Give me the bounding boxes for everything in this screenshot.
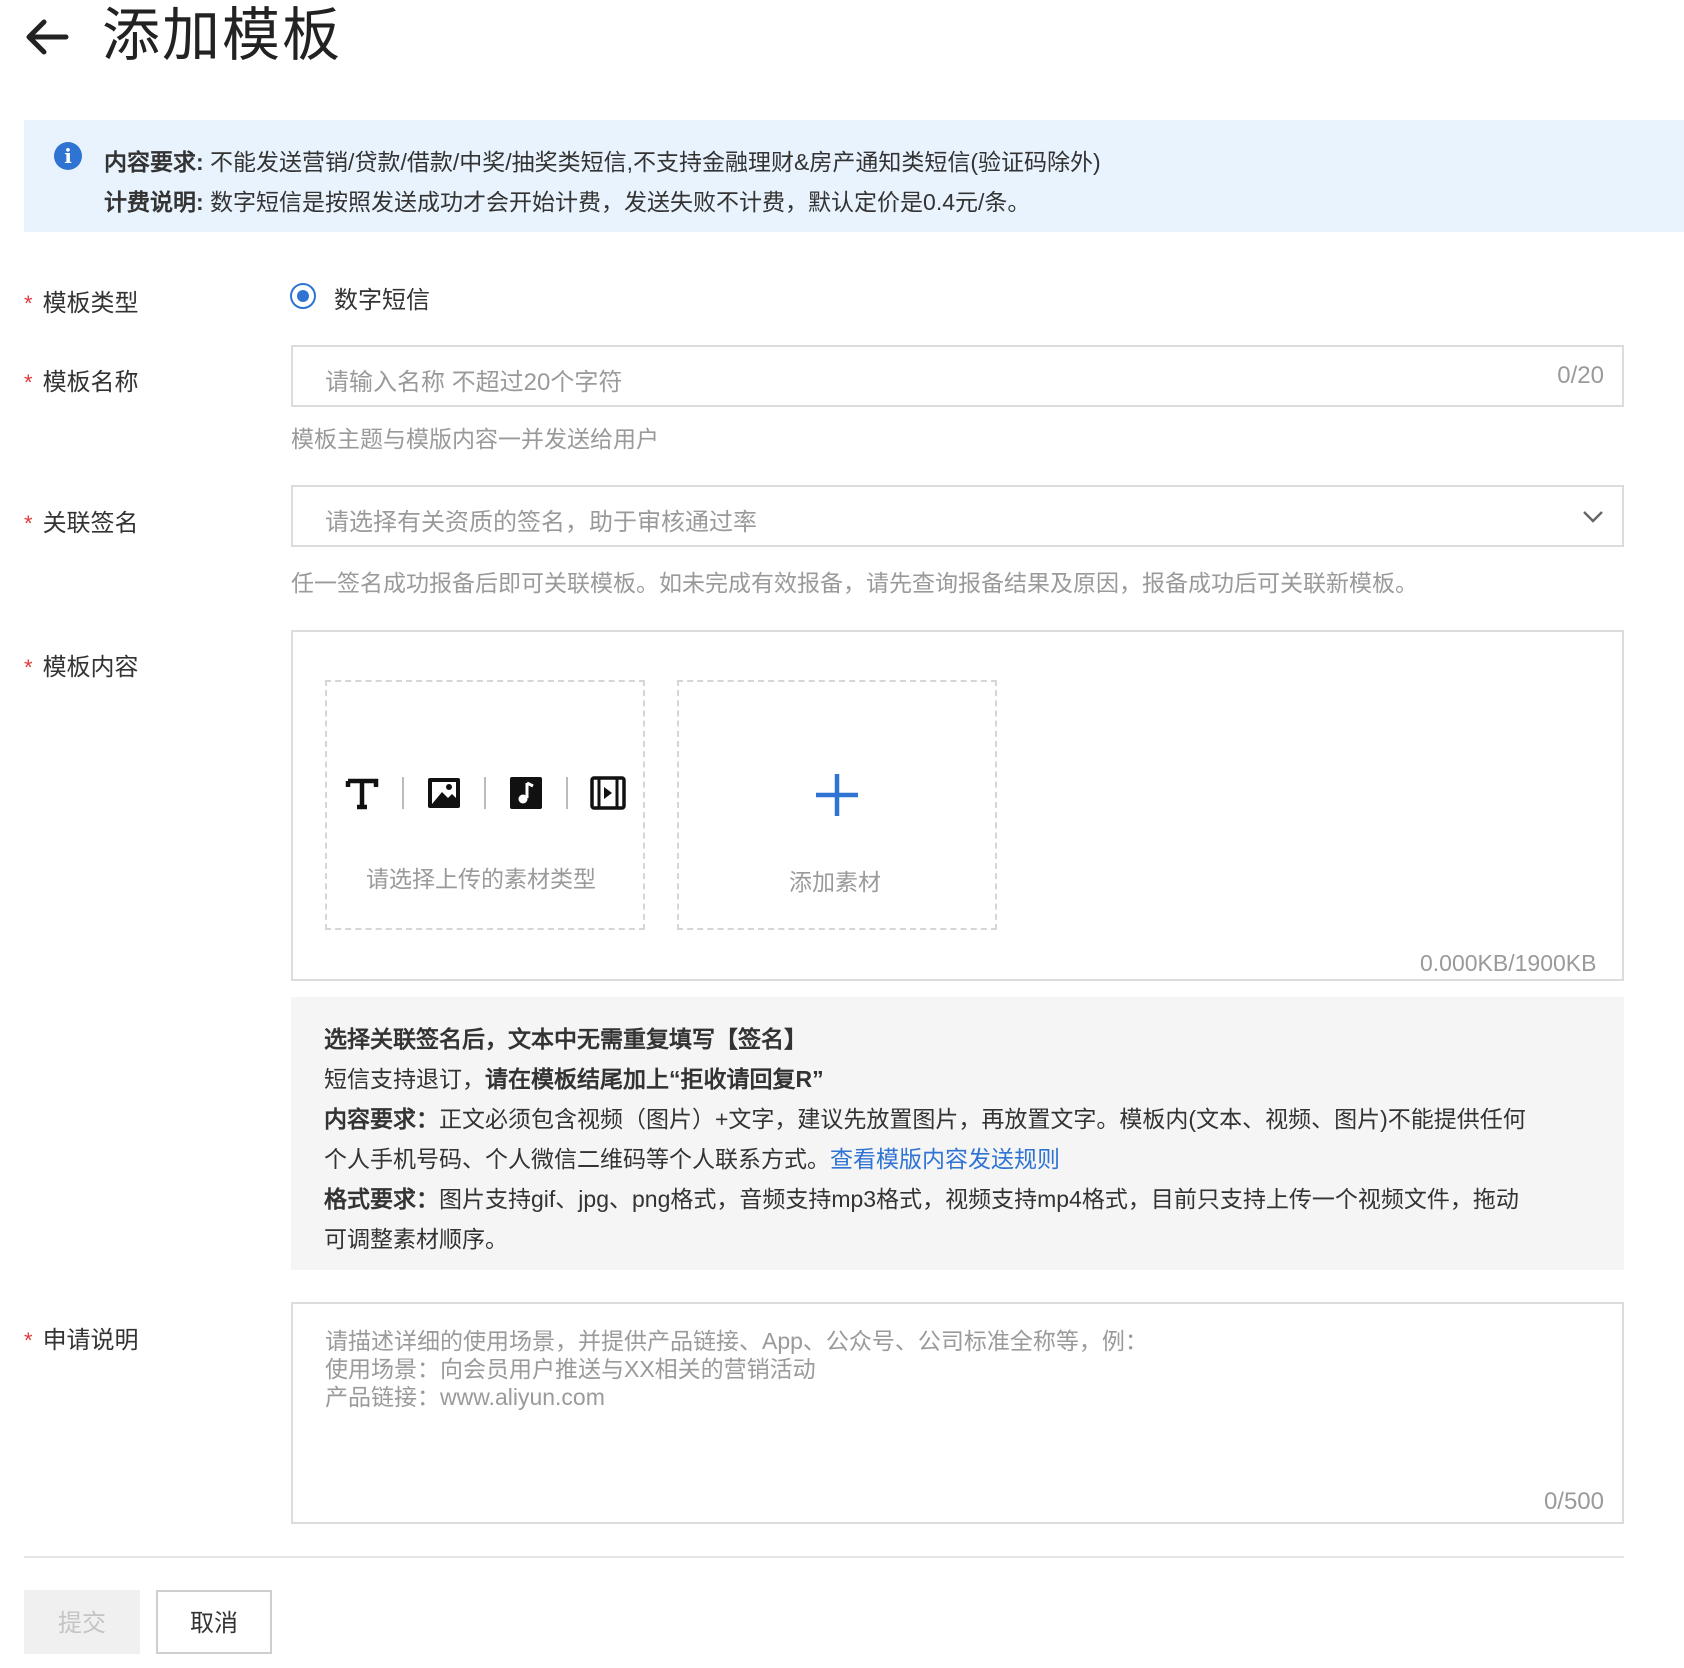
chevron-down-icon[interactable] <box>1582 505 1604 527</box>
separator <box>484 777 486 809</box>
template-name-hint: 模板主题与模版内容一并发送给用户 <box>291 426 659 452</box>
description-placeholder-line: 请描述详细的使用场景，并提供产品链接、App、公众号、公司标准全称等，例： <box>325 1328 1148 1354</box>
plus-icon[interactable] <box>814 772 860 818</box>
notice-billing: 计费说明: 数字短信是按照发送成功才会开始计费，发送失败不计费，默认定价是0.4… <box>104 189 1031 215</box>
rules-link[interactable]: 查看模版内容发送规则 <box>830 1146 1060 1172</box>
label-template-name: * 模板名称 <box>24 369 139 396</box>
cancel-button[interactable]: 取消 <box>156 1590 272 1654</box>
page-title: 添加模板 <box>102 3 343 68</box>
tip-unsubscribe: 短信支持退订，请在模板结尾加上“拒收请回复R” <box>324 1066 824 1092</box>
template-name-placeholder: 请输入名称 不超过20个字符 <box>325 369 623 396</box>
tip-signature: 选择关联签名后，文本中无需重复填写【签名】 <box>324 1026 807 1052</box>
divider <box>24 1556 1624 1558</box>
audio-icon[interactable] <box>508 775 544 811</box>
separator <box>566 777 568 809</box>
tip-content-requirement: 内容要求：正文必须包含视频（图片）+文字，建议先放置图片，再放置文字。模板内(文… <box>324 1106 1526 1132</box>
submit-button[interactable]: 提交 <box>24 1590 140 1654</box>
label-description: * 申请说明 <box>24 1327 139 1354</box>
back-arrow-icon[interactable] <box>22 12 72 62</box>
separator <box>402 777 404 809</box>
material-type-text: 请选择上传的素材类型 <box>366 866 596 892</box>
description-counter: 0/500 <box>1543 1488 1604 1515</box>
label-signature: * 关联签名 <box>24 510 139 537</box>
add-material-label: 添加素材 <box>789 869 881 895</box>
tip-format-requirement-cont: 可调整素材顺序。 <box>324 1226 508 1252</box>
template-name-counter: 0/20 <box>1557 362 1604 389</box>
radio-digital-sms[interactable] <box>290 283 316 309</box>
tip-content-requirement-cont: 个人手机号码、个人微信二维码等个人联系方式。查看模版内容发送规则 <box>324 1146 1060 1172</box>
notice-content-requirement: 内容要求: 不能发送营销/贷款/借款/中奖/抽奖类短信,不支持金融理财&房产通知… <box>104 149 1101 175</box>
description-placeholder-line: 使用场景：向会员用户推送与XX相关的营销活动 <box>325 1356 816 1382</box>
label-template-type: * 模板类型 <box>24 290 139 317</box>
image-icon[interactable] <box>426 775 462 811</box>
label-template-content: * 模板内容 <box>24 654 139 681</box>
description-placeholder-line: 产品链接：www.aliyun.com <box>325 1384 605 1410</box>
radio-label-digital-sms[interactable]: 数字短信 <box>334 280 430 315</box>
text-icon[interactable] <box>344 775 380 811</box>
signature-hint: 任一签名成功报备后即可关联模板。如未完成有效报备，请先查询报备结果及原因，报备成… <box>291 570 1418 596</box>
video-icon[interactable] <box>590 775 626 811</box>
signature-placeholder: 请选择有关资质的签名，助于审核通过率 <box>325 509 757 536</box>
tip-format-requirement: 格式要求：图片支持gif、jpg、png格式，音频支持mp3格式，视频支持mp4… <box>324 1186 1519 1212</box>
material-size-counter: 0.000KB/1900KB <box>1420 950 1597 976</box>
info-icon: i <box>54 142 82 170</box>
